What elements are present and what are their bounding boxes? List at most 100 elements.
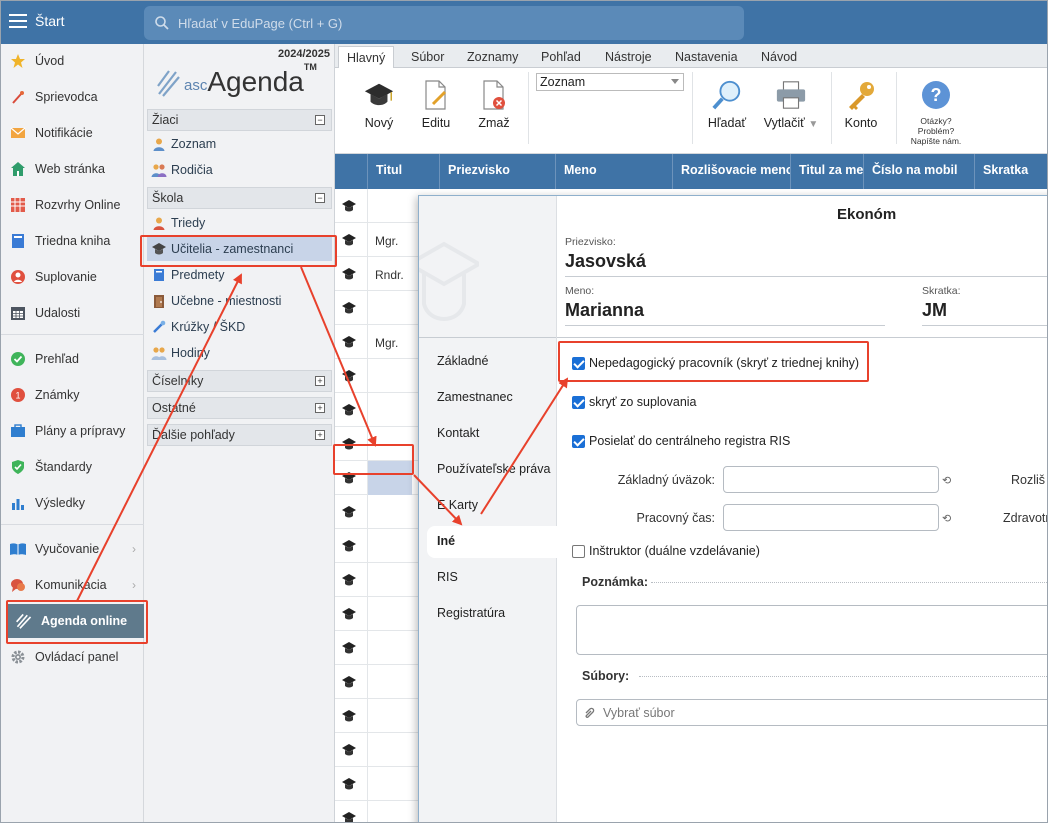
- nav-item-vyucovanie[interactable]: Vyučovanie ›: [1, 532, 144, 566]
- file-picker[interactable]: Vybrať súbor: [576, 699, 1047, 726]
- name-value[interactable]: Marianna: [565, 300, 644, 321]
- nav-item-komunikacia[interactable]: Komunikácia ›: [1, 568, 144, 602]
- tab-nastroje[interactable]: Nástroje: [597, 46, 660, 68]
- table-row[interactable]: [335, 597, 419, 631]
- nav-item-uvod[interactable]: Úvod: [1, 44, 144, 78]
- start-label[interactable]: Štart: [35, 13, 65, 29]
- help-button[interactable]: ? Otázky? Problém? Napíšte nám.: [905, 78, 967, 146]
- abbr-value[interactable]: JM: [922, 300, 947, 321]
- table-row[interactable]: [335, 529, 419, 563]
- refresh-icon[interactable]: ⟲: [942, 512, 951, 525]
- grid-col-rozlisovacie[interactable]: Rozlišovacie meno: [673, 154, 791, 189]
- grid-col-titul[interactable]: Titul: [368, 154, 440, 189]
- table-row[interactable]: [335, 189, 419, 223]
- nav-item-plany[interactable]: Plány a prípravy: [1, 414, 144, 448]
- print-button[interactable]: Vytlačiť ▼: [757, 78, 825, 138]
- nav-item-udalosti[interactable]: Udalosti: [1, 296, 144, 330]
- section-dalsie[interactable]: Ďalšie pohľady +: [147, 424, 332, 446]
- grid-col-skratka[interactable]: Skratka: [975, 154, 1047, 189]
- tab-subor[interactable]: Súbor: [403, 46, 452, 68]
- checkbox-unchecked[interactable]: [572, 544, 585, 558]
- poznamka-textarea[interactable]: [576, 605, 1047, 655]
- agenda-item-rodicia[interactable]: Rodičia: [147, 158, 332, 182]
- nav-item-rozvrhy[interactable]: Rozvrhy Online: [1, 188, 144, 222]
- search-button[interactable]: Hľadať: [699, 78, 755, 138]
- nav-item-standardy[interactable]: Štandardy: [1, 450, 144, 484]
- account-button[interactable]: Konto: [833, 78, 889, 138]
- tab-hlavny[interactable]: Hlavný: [338, 46, 395, 69]
- checkbox-checked[interactable]: [572, 395, 585, 409]
- edit-button[interactable]: Editu: [408, 78, 464, 138]
- nav-item-prehlad[interactable]: Prehľad: [1, 342, 144, 376]
- table-row[interactable]: Mgr.: [335, 325, 419, 359]
- nav-item-notifikacie[interactable]: Notifikácie: [1, 116, 144, 150]
- agenda-item-hodiny[interactable]: Hodiny: [147, 341, 332, 365]
- nav-item-sprievodca[interactable]: Sprievodca: [1, 80, 144, 114]
- zdravotn-label: Zdravotn: [1003, 511, 1048, 525]
- nav-item-triedna-kniha[interactable]: Triedna kniha: [1, 224, 144, 258]
- checkbox-ris[interactable]: Posielať do centrálneho registra RIS: [572, 434, 790, 448]
- table-row[interactable]: [335, 563, 419, 597]
- section-ostatne[interactable]: Ostatné +: [147, 397, 332, 419]
- table-row[interactable]: [335, 665, 419, 699]
- collapse-icon[interactable]: −: [315, 115, 325, 125]
- nav-item-znamky[interactable]: 1 Známky: [1, 378, 144, 412]
- table-row[interactable]: [335, 801, 419, 822]
- dialog-tab-e-karty[interactable]: E Karty: [437, 498, 557, 512]
- table-row[interactable]: Mgr.: [335, 223, 419, 257]
- tab-navod[interactable]: Návod: [753, 46, 805, 68]
- table-row[interactable]: [335, 767, 419, 801]
- table-row[interactable]: [335, 393, 419, 427]
- dialog-tab-registratura[interactable]: Registratúra: [437, 606, 557, 620]
- tab-pohlad[interactable]: Pohľad: [533, 46, 589, 68]
- checkbox-suplovanie[interactable]: skryť zo suplovania: [572, 395, 697, 409]
- table-row[interactable]: [335, 495, 419, 529]
- agenda-item-zoznam[interactable]: Zoznam: [147, 132, 332, 156]
- dialog-tab-ine[interactable]: Iné: [427, 526, 558, 558]
- nav-label: Štandardy: [35, 460, 92, 474]
- dialog-tab-zakladne[interactable]: Základné: [437, 354, 557, 368]
- dialog-tab-pouzivatelske-prava[interactable]: Používateľské práva: [437, 462, 557, 476]
- expand-icon[interactable]: +: [315, 430, 325, 440]
- new-button[interactable]: Nový: [351, 78, 407, 138]
- tab-nastavenia[interactable]: Nastavenia: [667, 46, 746, 68]
- table-row[interactable]: [335, 359, 419, 393]
- dialog-tab-kontakt[interactable]: Kontakt: [437, 426, 557, 440]
- table-row[interactable]: [335, 733, 419, 767]
- hamburger-menu-icon[interactable]: [9, 14, 27, 28]
- dialog-tab-ris[interactable]: RIS: [437, 570, 557, 584]
- nav-item-ovladaci-panel[interactable]: Ovládací panel: [1, 640, 144, 674]
- grid-col-titul-za[interactable]: Titul za me: [791, 154, 864, 189]
- grid-col-mobil[interactable]: Číslo na mobil: [864, 154, 975, 189]
- cas-input[interactable]: [723, 504, 939, 531]
- search-input[interactable]: [178, 13, 718, 33]
- agenda-item-kruzky[interactable]: Krúžky / ŠKD: [147, 315, 332, 339]
- uvazok-input[interactable]: [723, 466, 939, 493]
- table-row[interactable]: [335, 291, 419, 325]
- grid-col-meno[interactable]: Meno: [556, 154, 673, 189]
- section-ciselniky[interactable]: Číselníky +: [147, 370, 332, 392]
- grid-col-priezvisko[interactable]: Priezvisko: [440, 154, 556, 189]
- table-row[interactable]: Rndr.: [335, 257, 419, 291]
- surname-value[interactable]: Jasovská: [565, 251, 646, 272]
- section-ziaci[interactable]: Žiaci −: [147, 109, 332, 131]
- delete-button[interactable]: Zmaž: [466, 78, 522, 138]
- expand-icon[interactable]: +: [315, 376, 325, 386]
- dialog-tab-zamestnanec[interactable]: Zamestnanec: [437, 390, 557, 404]
- view-select[interactable]: Zoznam: [536, 73, 684, 91]
- collapse-icon[interactable]: −: [315, 193, 325, 203]
- table-row[interactable]: [335, 699, 419, 733]
- global-search[interactable]: [144, 6, 744, 40]
- checkbox-checked[interactable]: [572, 434, 585, 448]
- agenda-item-ucebne[interactable]: Učebne - miestnosti: [147, 289, 332, 313]
- checkbox-instruktor[interactable]: Inštruktor (duálne vzdelávanie): [572, 544, 760, 558]
- agenda-item-triedy[interactable]: Triedy: [147, 211, 332, 235]
- tab-zoznamy[interactable]: Zoznamy: [459, 46, 526, 68]
- nav-item-vysledky[interactable]: Výsledky: [1, 486, 144, 520]
- section-skola[interactable]: Škola −: [147, 187, 332, 209]
- table-row[interactable]: [335, 631, 419, 665]
- nav-item-suplovanie[interactable]: Suplovanie: [1, 260, 144, 294]
- refresh-icon[interactable]: ⟲: [942, 474, 951, 487]
- nav-item-web-stranka[interactable]: Web stránka: [1, 152, 144, 186]
- expand-icon[interactable]: +: [315, 403, 325, 413]
